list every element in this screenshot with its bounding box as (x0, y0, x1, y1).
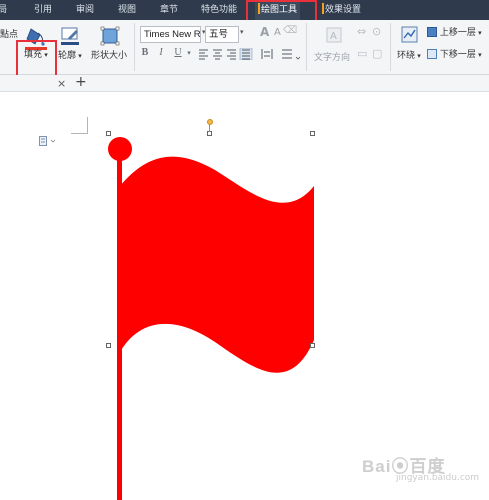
resize-handle-middle-right[interactable] (310, 343, 315, 348)
baidu-watermark-url: jingyan.baidu.com (396, 473, 480, 483)
resize-handle-middle-left[interactable] (106, 343, 111, 348)
flag-pole-knob[interactable] (108, 137, 132, 161)
rotation-handle-stem (209, 124, 210, 132)
flag-shape[interactable] (0, 0, 489, 500)
resize-handle-top-right[interactable] (310, 131, 315, 136)
resize-handle-top-left[interactable] (106, 131, 111, 136)
flag-cloth[interactable] (120, 156, 314, 373)
rotation-handle[interactable] (207, 119, 213, 125)
